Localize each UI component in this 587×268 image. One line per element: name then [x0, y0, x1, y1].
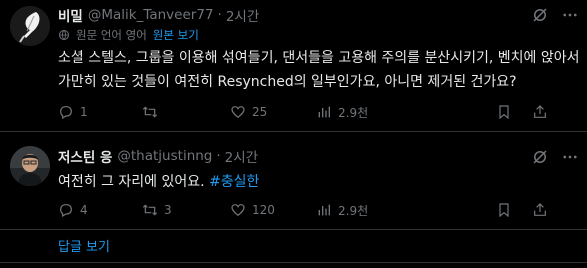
reply-button[interactable]: 1: [58, 102, 88, 122]
tweet-header: 저스틴 응 @thatjustinng · 2시간: [58, 146, 258, 166]
divider: [0, 262, 587, 263]
reply-button[interactable]: 4: [58, 200, 88, 220]
tweet-header: 비밀 @Malik_Tanveer77 · 2시간: [58, 5, 259, 25]
reply-icon: [60, 106, 72, 120]
timestamp[interactable]: 2시간: [225, 146, 258, 166]
action-bar: 1 25 2.9천: [58, 102, 578, 122]
bookmark-icon: [499, 203, 509, 218]
globe-icon: [59, 30, 69, 40]
bookmark-button[interactable]: [496, 102, 512, 122]
retweet-count: 3: [164, 203, 172, 217]
retweet-button[interactable]: 3: [142, 200, 172, 220]
retweet-icon: [142, 204, 158, 216]
views-chart-icon: [318, 204, 330, 216]
show-replies-link[interactable]: 답글 보기: [58, 236, 110, 255]
like-count: 25: [252, 105, 268, 119]
more-options-icon[interactable]: [561, 6, 579, 24]
handle[interactable]: @Malik_Tanveer77: [88, 7, 214, 23]
display-name[interactable]: 비밀: [58, 5, 83, 25]
share-icon: [534, 203, 546, 216]
person-photo-icon: [10, 146, 50, 186]
like-button[interactable]: 120: [230, 200, 275, 220]
reply-icon: [60, 204, 72, 218]
view-count: 2.9천: [338, 203, 369, 218]
views-button[interactable]: 2.9천: [316, 102, 368, 122]
tweet-text: 소셜 스텔스, 그룹을 이용해 섞여들기, 댄서들을 고용해 주의를 분산시키기…: [58, 50, 580, 90]
retweet-button[interactable]: [142, 102, 164, 122]
tweet-text: 여전히 그 자리에 있어요. #충실한: [58, 170, 558, 194]
divider: [0, 229, 587, 230]
avatar[interactable]: [10, 146, 50, 186]
share-button[interactable]: [532, 200, 548, 220]
handle[interactable]: @thatjustinng: [117, 148, 212, 164]
display-name[interactable]: 저스틴 응: [58, 146, 112, 166]
avatar[interactable]: [10, 6, 50, 46]
timestamp[interactable]: 2시간: [226, 5, 259, 25]
grok-icon[interactable]: [531, 148, 549, 166]
bookmark-icon: [499, 105, 509, 120]
hashtag-link[interactable]: #충실한: [209, 174, 259, 190]
tweet-1[interactable]: 비밀 @Malik_Tanveer77 · 2시간 원문 언어 영어 원본 보기…: [0, 0, 587, 131]
more-options-icon[interactable]: [561, 148, 579, 166]
views-button[interactable]: 2.9천: [316, 200, 368, 220]
heart-icon: [231, 106, 245, 119]
heart-icon: [231, 204, 245, 217]
retweet-icon: [142, 106, 158, 118]
like-button[interactable]: 25: [230, 102, 267, 122]
views-chart-icon: [318, 106, 330, 118]
separator-dot: ·: [216, 148, 221, 164]
share-icon: [534, 105, 546, 118]
show-original-link[interactable]: 원본 보기: [153, 27, 199, 43]
tweet-2[interactable]: 저스틴 응 @thatjustinng · 2시간 여전히 그 자리에 있어요.…: [0, 132, 587, 230]
share-button[interactable]: [532, 102, 548, 122]
feather-quill-icon: [10, 6, 50, 46]
translation-note: 원문 언어 영어 원본 보기: [58, 27, 199, 43]
reply-count: 1: [80, 105, 88, 119]
like-count: 120: [252, 203, 275, 217]
view-count: 2.9천: [338, 105, 369, 120]
reply-count: 4: [80, 203, 88, 217]
translation-label: 원문 언어 영어: [76, 28, 147, 42]
tweet-text-plain: 여전히 그 자리에 있어요.: [58, 174, 205, 190]
bookmark-button[interactable]: [496, 200, 512, 220]
grok-icon[interactable]: [531, 6, 549, 24]
action-bar: 4 3 120 2.9천: [58, 200, 578, 220]
separator-dot: ·: [217, 7, 222, 23]
